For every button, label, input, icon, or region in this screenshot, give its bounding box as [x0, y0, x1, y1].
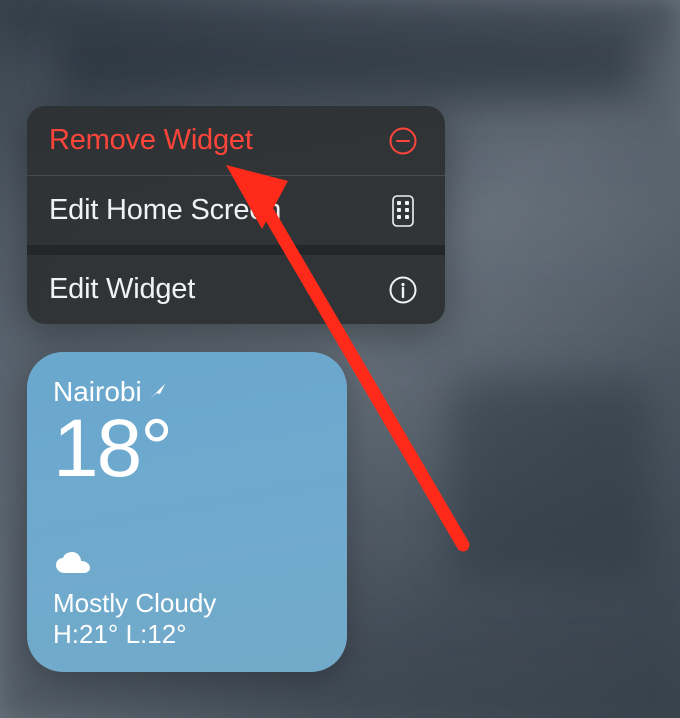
edit-widget-menu-item[interactable]: Edit Widget: [27, 255, 445, 324]
low-label: L:: [126, 619, 148, 649]
remove-widget-menu-item[interactable]: Remove Widget: [27, 106, 445, 175]
spacer: [53, 490, 321, 551]
bg-shape: [60, 30, 640, 100]
edit-home-screen-menu-item[interactable]: Edit Home Screen: [27, 176, 445, 245]
weather-high-low: H:21° L:12°: [53, 619, 321, 650]
menu-section-divider: [27, 245, 445, 255]
minus-circle-icon: [387, 125, 419, 157]
menu-item-label: Edit Home Screen: [49, 194, 281, 227]
weather-condition: Mostly Cloudy: [53, 588, 321, 619]
home-screen-grid-icon: [387, 195, 419, 227]
menu-item-label: Remove Widget: [49, 124, 253, 157]
bg-shape: [450, 380, 650, 580]
high-label: H:: [53, 619, 79, 649]
high-value: 21°: [79, 619, 118, 649]
menu-item-label: Edit Widget: [49, 273, 195, 306]
cloud-icon: [53, 551, 321, 582]
weather-temperature: 18°: [53, 408, 321, 490]
info-circle-icon: [387, 274, 419, 306]
widget-context-menu: Remove Widget Edit Home Screen Edit Widg…: [27, 106, 445, 324]
weather-widget[interactable]: Nairobi 18° Mostly Cloudy H:21° L:12°: [27, 352, 347, 672]
low-value: 12°: [147, 619, 186, 649]
